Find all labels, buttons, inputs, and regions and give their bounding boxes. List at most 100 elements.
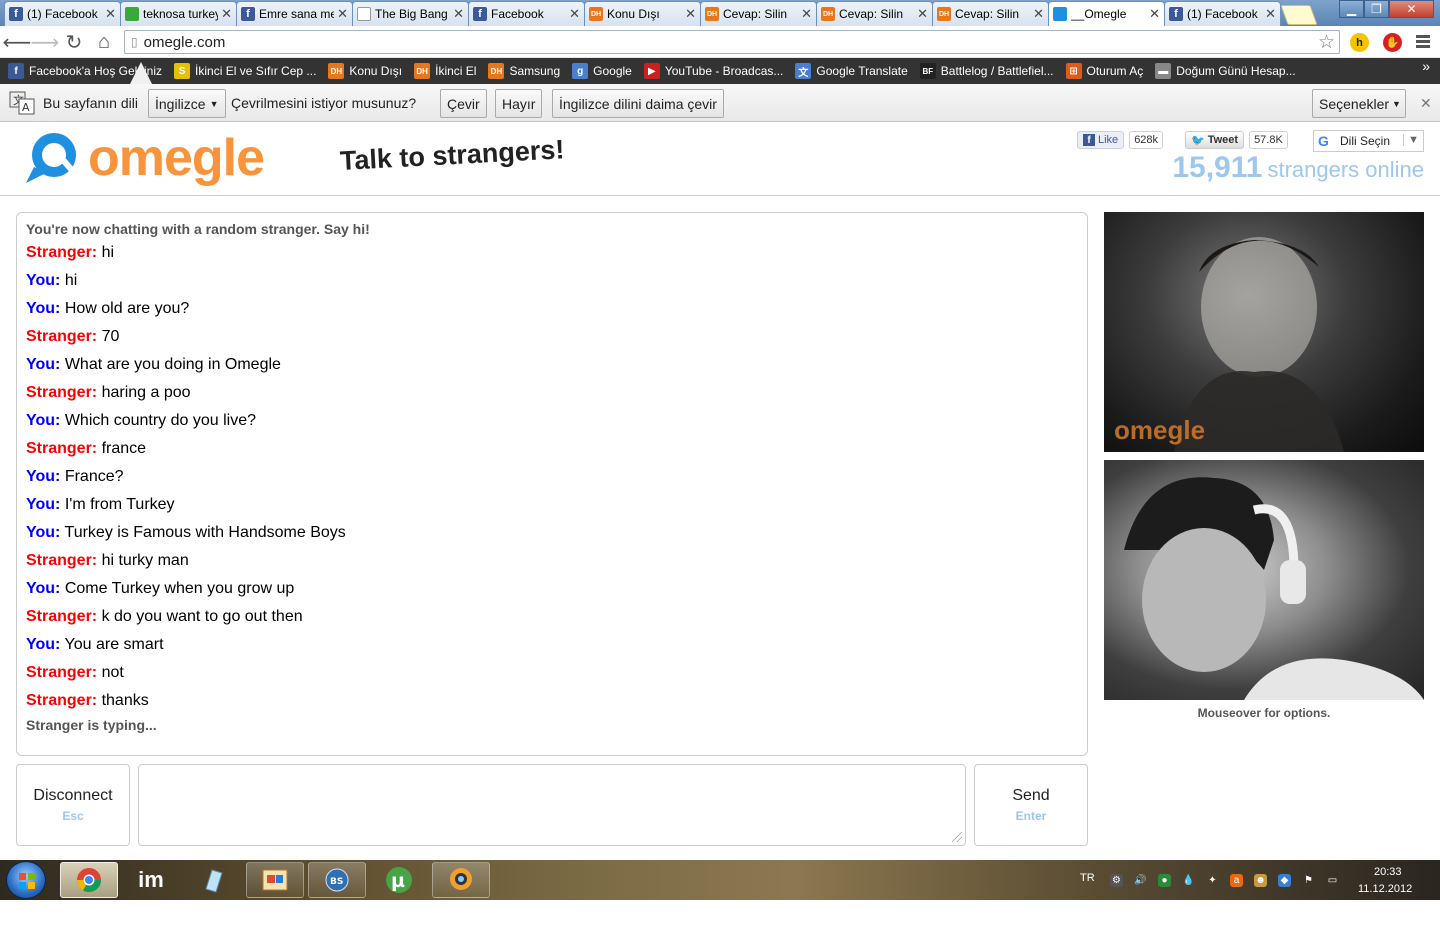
always-translate-button[interactable]: İngilizce dilini daima çevir [552, 89, 724, 118]
action-center-flag-icon[interactable]: ⚑ [1302, 874, 1315, 887]
bookmark-label: Google Translate [816, 64, 908, 78]
clock-date[interactable]: 11.12.2012 [1358, 883, 1412, 895]
bookmark-item[interactable]: DH Konu Dışı [328, 63, 402, 79]
start-button[interactable] [6, 861, 46, 899]
no-button[interactable]: Hayır [495, 89, 543, 118]
self-video[interactable] [1104, 460, 1424, 700]
browser-tab[interactable]: DH Cevap: Silin ✕ [700, 1, 817, 26]
drop-icon[interactable]: 💧 [1182, 874, 1195, 887]
close-translate-icon[interactable]: ✕ [1420, 95, 1432, 112]
browser-tab[interactable]: f Emre sana mesaj✕ [236, 1, 353, 26]
resize-grip-icon[interactable] [952, 832, 962, 842]
reload-icon[interactable]: ↻ [61, 30, 87, 54]
message-sender: You: [26, 412, 61, 429]
forward-arrow-icon[interactable]: ⟶ [31, 30, 60, 54]
tab-close-icon[interactable]: ✕ [685, 6, 696, 22]
tool-icon[interactable]: ✦ [1206, 874, 1219, 887]
browser-tab[interactable]: DH Konu Dışı ✕ [584, 1, 701, 26]
bookmark-item[interactable]: DH Samsung [488, 63, 560, 79]
tab-close-icon[interactable]: ✕ [453, 6, 464, 22]
clock-time[interactable]: 20:33 [1374, 866, 1402, 878]
disconnect-button[interactable]: Disconnect Esc [16, 764, 130, 846]
taskbar-im[interactable]: im [122, 862, 180, 898]
browser-tray-icon[interactable]: ● [1158, 874, 1171, 887]
bookmark-item[interactable]: ⊞ Oturum Aç [1065, 63, 1143, 79]
chat-log[interactable]: You're now chatting with a random strang… [16, 212, 1088, 756]
network-icon[interactable]: ▭ [1326, 874, 1339, 887]
home-icon[interactable]: ⌂ [91, 30, 117, 54]
tab-close-icon[interactable]: ✕ [1149, 6, 1160, 22]
language-select[interactable]: G Dili Seçin ▼ [1313, 130, 1424, 152]
input-language[interactable]: TR [1080, 872, 1095, 884]
bookmark-item[interactable]: 文 Google Translate [795, 63, 908, 79]
browser-tab[interactable]: DH Cevap: Silin ✕ [932, 1, 1049, 26]
facebook-icon: f [9, 7, 23, 21]
back-arrow-icon[interactable]: ⟵ [3, 30, 32, 54]
dropbox-icon[interactable]: ◆ [1278, 874, 1291, 887]
url-text: omegle.com [143, 33, 226, 51]
browser-tab[interactable]: teknosa turkey ✕ [120, 1, 237, 26]
bookmark-star-icon[interactable]: ☆ [1318, 31, 1335, 54]
message-text: Come Turkey when you grow up [64, 580, 295, 597]
language-dropdown[interactable]: İngilizce ▼ [148, 89, 226, 118]
taskbar-notepad[interactable] [184, 862, 242, 898]
battlelog-icon: BF [919, 63, 936, 79]
taskbar-chrome[interactable] [60, 862, 118, 898]
tab-close-icon[interactable]: ✕ [801, 6, 812, 22]
tab-close-icon[interactable]: ✕ [1033, 6, 1044, 22]
bookmark-item[interactable]: g Google [572, 63, 632, 79]
send-button[interactable]: Send Enter [974, 764, 1088, 846]
bookmark-item[interactable]: DH İkinci El [414, 63, 476, 79]
browser-tab[interactable]: f (1) Facebook ✕ [1164, 1, 1281, 26]
options-dropdown[interactable]: Seçenekler ▼ [1312, 89, 1406, 118]
language-select-label: Dili Seçin [1340, 134, 1391, 148]
app-tray-icon[interactable]: ☻ [1254, 874, 1267, 887]
bookmark-item[interactable]: BF Battlelog / Battlefiel... [919, 63, 1054, 79]
taskbar-paint[interactable] [246, 862, 304, 898]
message-text: france [101, 440, 147, 457]
taskbar-utorrent[interactable]: µ [370, 862, 428, 898]
close-window-button[interactable]: ✕ [1389, 0, 1434, 18]
taskbar-bsplayer[interactable]: BS [308, 862, 366, 898]
taskbar-webcam[interactable] [432, 862, 490, 898]
browser-tab[interactable]: f (1) Facebook ✕ [4, 1, 121, 26]
browser-tab[interactable]: DH Cevap: Silin ✕ [816, 1, 933, 26]
tab-close-icon[interactable]: ✕ [1265, 6, 1276, 22]
new-tab-button[interactable] [1280, 5, 1318, 25]
avast-icon[interactable]: a [1230, 874, 1243, 887]
webcam-icon [450, 868, 472, 890]
browser-tab[interactable]: f Facebook ✕ [468, 1, 585, 26]
tab-close-icon[interactable]: ✕ [917, 6, 928, 22]
adblock-extension-icon[interactable]: ✋ [1383, 33, 1402, 52]
browser-tab[interactable]: The Big Bang ✕ [352, 1, 469, 26]
stranger-video[interactable]: omegle [1104, 212, 1424, 452]
translate-button[interactable]: Çevir [440, 89, 487, 118]
more-bookmarks-icon[interactable]: » [1422, 58, 1430, 74]
bookmark-label: Google [593, 64, 632, 78]
message-sender: You: [26, 272, 61, 289]
bookmark-item[interactable]: S İkinci El ve Sıfır Cep ... [174, 63, 316, 79]
tab-close-icon[interactable]: ✕ [569, 6, 580, 22]
windows-icon: ⊞ [1065, 63, 1082, 79]
hotspot-extension-icon[interactable]: h [1350, 33, 1369, 52]
dh-icon: DH [937, 7, 951, 21]
chrome-menu-icon[interactable] [1416, 35, 1430, 50]
tweet-button[interactable]: 🐦 Tweet [1185, 131, 1245, 149]
message-input[interactable] [138, 764, 966, 846]
tab-close-icon[interactable]: ✕ [221, 6, 232, 22]
browser-tab[interactable]: __Omegle ✕ [1048, 1, 1165, 26]
address-bar[interactable]: ▯ omegle.com ☆ [124, 30, 1340, 54]
maximize-button[interactable]: ❐ [1364, 0, 1389, 18]
chat-message: You: You are smart [26, 631, 1078, 659]
bookmark-item[interactable]: ▬ Doğum Günü Hesap... [1155, 63, 1296, 79]
minimize-button[interactable]: ▁ [1339, 0, 1364, 18]
bookmark-item[interactable]: ▶ YouTube - Broadcas... [643, 63, 783, 79]
network-tool-icon[interactable]: ⚙ [1110, 874, 1123, 887]
status-message: You're now chatting with a random strang… [26, 221, 370, 237]
facebook-like-button[interactable]: f Like [1077, 131, 1125, 149]
tab-close-icon[interactable]: ✕ [337, 6, 348, 22]
omegle-logo-text[interactable]: omegle [88, 128, 265, 188]
dropdown-arrow-icon: ▼ [1392, 98, 1401, 109]
tab-close-icon[interactable]: ✕ [105, 6, 116, 22]
volume-icon[interactable]: 🔊 [1134, 874, 1147, 887]
